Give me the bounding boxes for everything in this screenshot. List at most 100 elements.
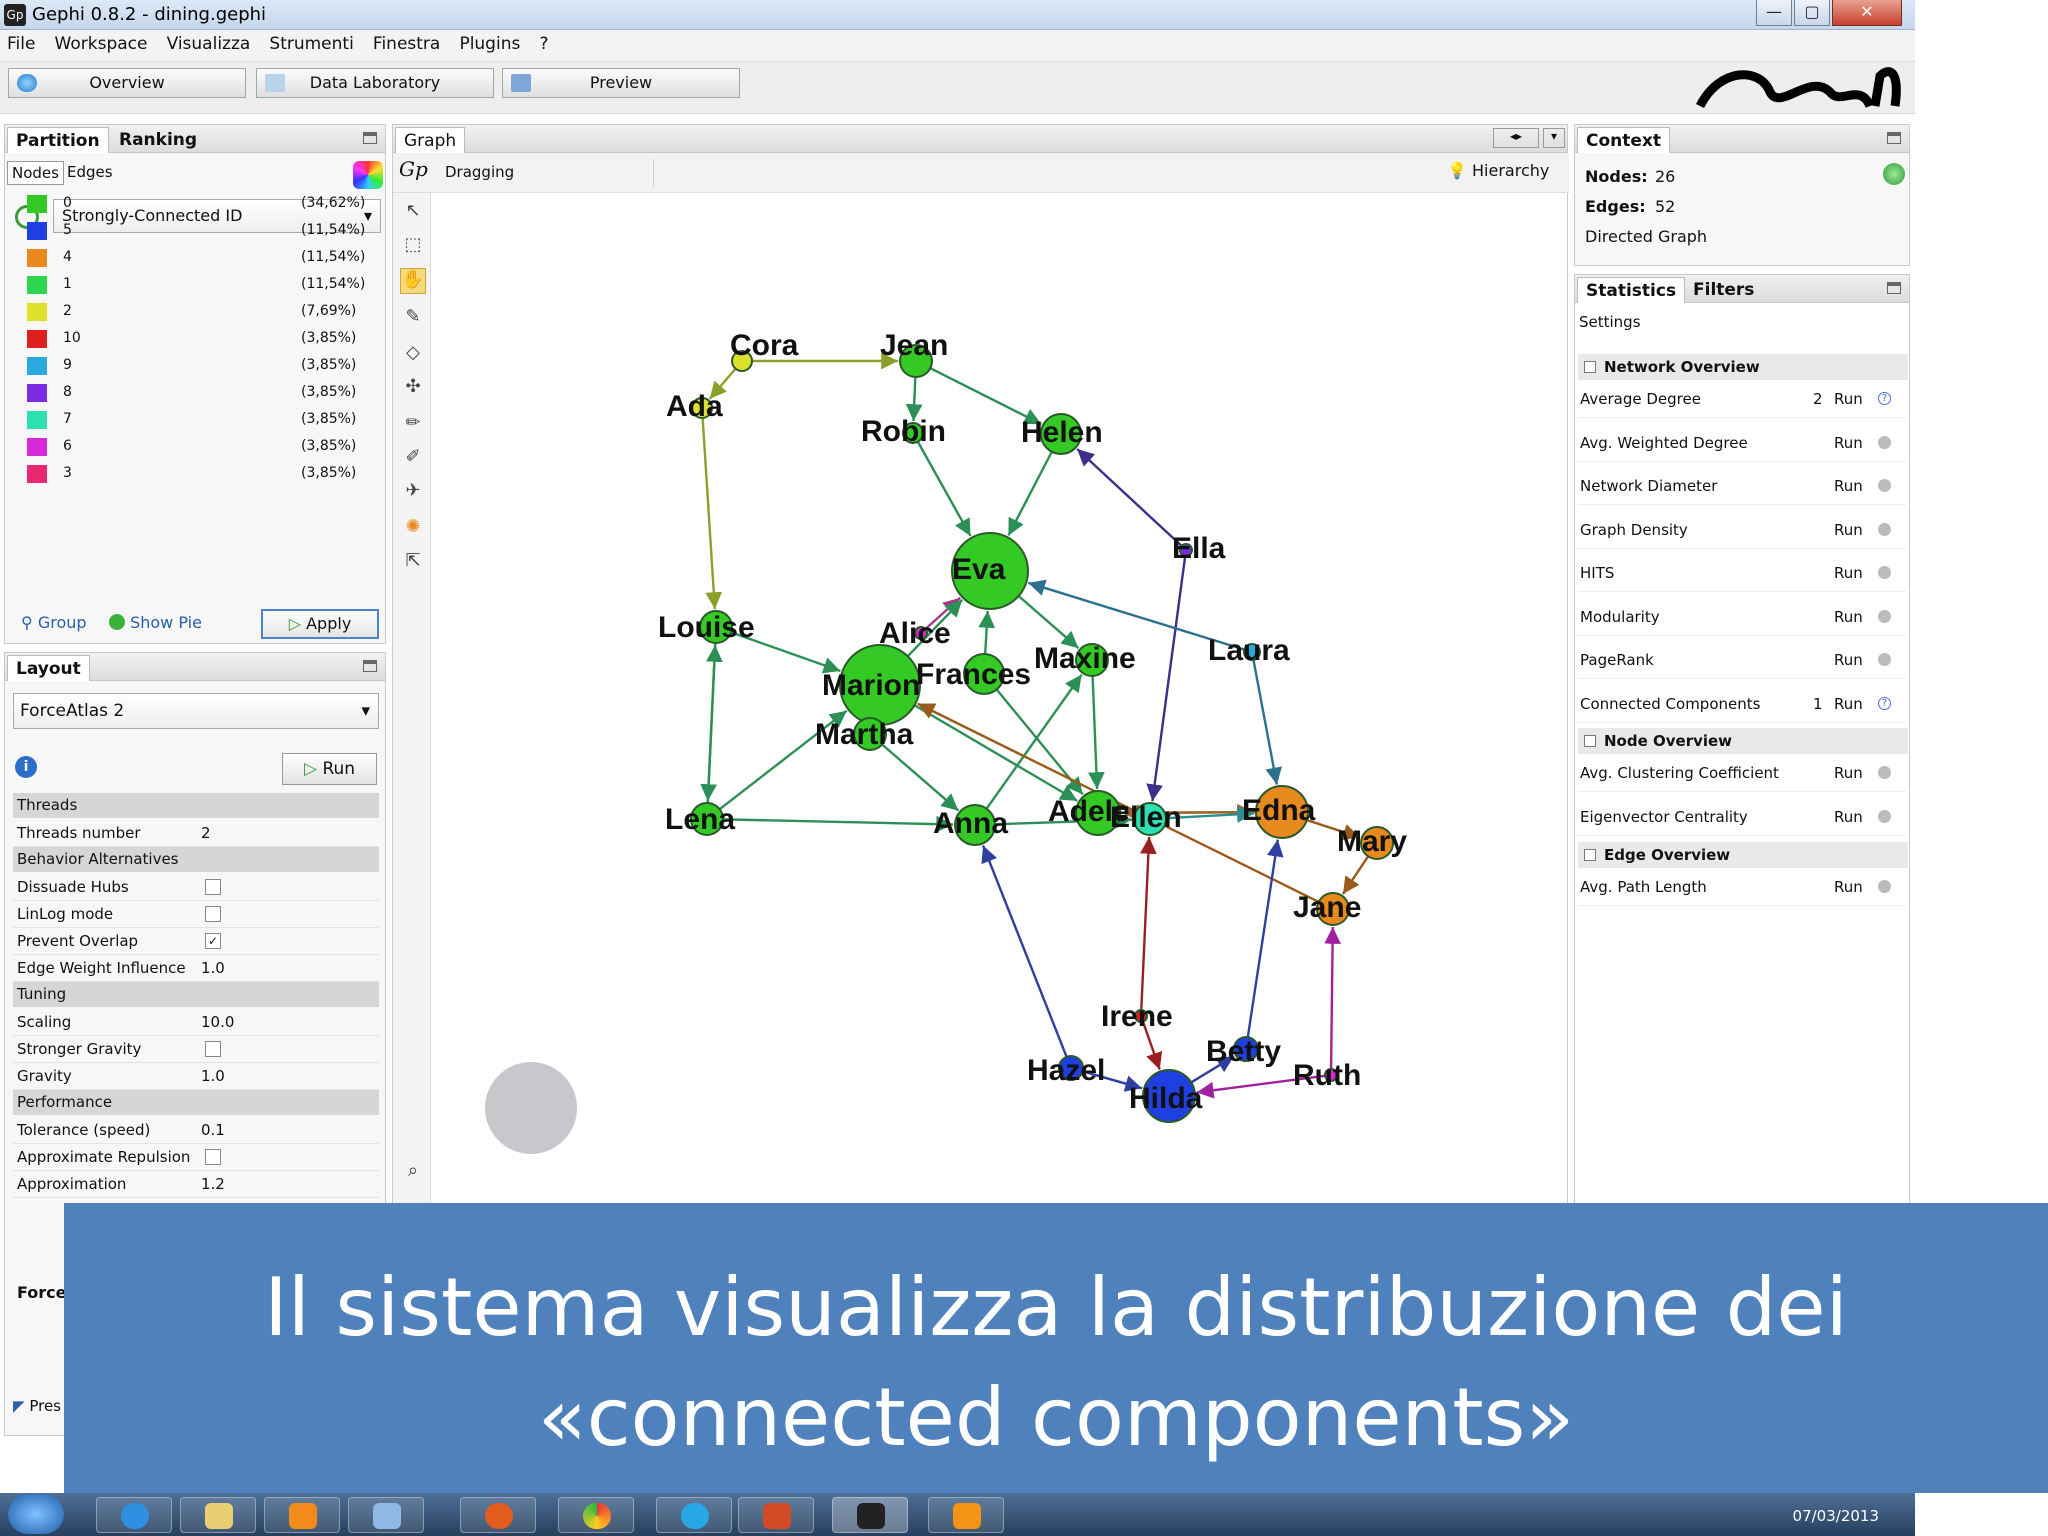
color-swatch[interactable] xyxy=(27,303,47,321)
start-button[interactable] xyxy=(8,1494,64,1534)
taskbar-powerpoint[interactable] xyxy=(738,1497,814,1533)
report-icon[interactable]: ? xyxy=(1878,392,1891,405)
zoom-icon[interactable]: ⌕ xyxy=(400,1160,426,1186)
color-swatch[interactable] xyxy=(27,384,47,402)
hierarchy-button[interactable]: 💡 Hierarchy xyxy=(1447,161,1549,180)
graph-edge[interactable] xyxy=(981,845,1068,1058)
graph-edge[interactable] xyxy=(1140,836,1157,1011)
tab-overview[interactable]: Overview xyxy=(8,68,246,98)
pointer-icon[interactable]: ↖ xyxy=(400,200,426,226)
menu-help[interactable]: ? xyxy=(532,30,555,58)
property-section[interactable]: Threads xyxy=(13,793,379,818)
graph-edge[interactable] xyxy=(881,743,960,812)
subtab-nodes[interactable]: Nodes xyxy=(7,161,64,185)
run-statistic-button[interactable]: Run xyxy=(1834,390,1863,408)
drag-hand-icon[interactable]: ✋ xyxy=(400,268,426,294)
graph-edge[interactable] xyxy=(705,644,723,804)
taskbar-skype[interactable] xyxy=(656,1497,732,1533)
tab-layout[interactable]: Layout xyxy=(7,655,90,681)
run-statistic-button[interactable]: Run xyxy=(1834,564,1863,582)
brush-icon[interactable]: ✎ xyxy=(400,306,426,332)
node-overview-section[interactable]: Node Overview xyxy=(1578,728,1908,754)
maximize-button[interactable]: ▢ xyxy=(1794,0,1830,26)
graph-edge[interactable] xyxy=(916,441,972,537)
tab-statistics[interactable]: Statistics xyxy=(1577,277,1686,303)
graph-edge[interactable] xyxy=(722,815,954,833)
minimize-panel-icon[interactable] xyxy=(1887,282,1901,294)
minimize-panel-icon[interactable] xyxy=(363,132,377,144)
edge-tool-icon[interactable]: ✣ xyxy=(400,376,426,402)
menu-workspace[interactable]: Workspace xyxy=(48,30,155,58)
color-swatch[interactable] xyxy=(27,411,47,429)
run-statistic-button[interactable]: Run xyxy=(1834,764,1863,782)
diamond-icon[interactable]: ◇ xyxy=(400,342,426,368)
property-checkbox[interactable] xyxy=(205,1041,221,1057)
graph-edge[interactable] xyxy=(913,704,1078,802)
menu-strumenti[interactable]: Strumenti xyxy=(262,30,360,58)
property-section[interactable]: Performance xyxy=(13,1090,379,1115)
graph-edge[interactable] xyxy=(701,417,723,610)
tab-partition[interactable]: Partition xyxy=(7,127,109,153)
network-overview-section[interactable]: Network Overview xyxy=(1578,354,1908,380)
property-value[interactable]: 1.2 xyxy=(201,1175,225,1193)
run-layout-button[interactable]: ▷ Run xyxy=(282,753,377,785)
menu-finestra[interactable]: Finestra xyxy=(366,30,447,58)
settings-link[interactable]: Settings xyxy=(1579,313,1641,331)
color-swatch[interactable] xyxy=(27,357,47,375)
property-section[interactable]: Behavior Alternatives xyxy=(13,847,379,872)
run-statistic-button[interactable]: Run xyxy=(1834,878,1863,896)
run-statistic-button[interactable]: Run xyxy=(1834,808,1863,826)
group-button[interactable]: ⚲ Group xyxy=(21,613,87,632)
taskbar-gephi[interactable] xyxy=(832,1497,908,1533)
show-pie-button[interactable]: Show Pie xyxy=(109,613,202,632)
taskbar-ie[interactable] xyxy=(96,1497,172,1533)
graph-canvas[interactable]: Cora Jean Ada Robin Helen Ella Eva Louise Alice M… xyxy=(431,193,1567,1203)
property-value[interactable]: 10.0 xyxy=(201,1013,234,1031)
tab-scroll-buttons[interactable]: ◂▸ xyxy=(1493,128,1539,148)
report-icon[interactable]: ? xyxy=(1878,696,1891,710)
presets-button[interactable]: ◤ Pres xyxy=(13,1397,61,1415)
graph-edge[interactable] xyxy=(1341,855,1370,895)
edge-pencil-icon[interactable]: ✐ xyxy=(400,446,426,472)
tab-context[interactable]: Context xyxy=(1577,127,1671,153)
layout-algorithm-select[interactable]: ForceAtlas 2 ▾ xyxy=(13,693,379,729)
run-statistic-button[interactable]: Run xyxy=(1834,521,1863,539)
graph-edge[interactable] xyxy=(1146,555,1187,802)
taskbar-explorer[interactable] xyxy=(180,1497,256,1533)
plane-icon[interactable]: ✈ xyxy=(400,480,426,506)
property-checkbox[interactable] xyxy=(205,906,221,922)
menu-plugins[interactable]: Plugins xyxy=(452,30,527,58)
menu-file[interactable]: File xyxy=(0,30,42,58)
taskbar-paint[interactable] xyxy=(348,1497,424,1533)
property-checkbox[interactable] xyxy=(205,1149,221,1165)
tab-ranking[interactable]: Ranking xyxy=(111,127,205,153)
tab-data-laboratory[interactable]: Data Laboratory xyxy=(256,68,494,98)
property-section[interactable]: Tuning xyxy=(13,982,379,1007)
graph-edge[interactable] xyxy=(1076,448,1183,547)
close-button[interactable]: ✕ xyxy=(1832,0,1902,26)
menu-visualizza[interactable]: Visualizza xyxy=(160,30,258,58)
tab-preview[interactable]: Preview xyxy=(502,68,740,98)
minimize-panel-icon[interactable] xyxy=(363,660,377,672)
taskbar-media[interactable] xyxy=(264,1497,340,1533)
palette-icon[interactable] xyxy=(353,161,383,189)
edge-overview-section[interactable]: Edge Overview xyxy=(1578,842,1908,868)
info-icon[interactable]: i xyxy=(15,756,37,778)
graph-edge[interactable] xyxy=(1007,451,1053,537)
graph-edge[interactable] xyxy=(978,610,996,655)
taskbar-chrome[interactable] xyxy=(558,1497,634,1533)
color-swatch[interactable] xyxy=(27,222,47,240)
minimize-panel-icon[interactable] xyxy=(1887,132,1901,144)
refresh-icon[interactable] xyxy=(1883,163,1905,185)
subtab-edges[interactable]: Edges xyxy=(63,161,117,183)
tab-graph[interactable]: Graph xyxy=(395,127,466,153)
run-statistic-button[interactable]: Run xyxy=(1834,434,1863,452)
pencil-icon[interactable]: ✏ xyxy=(400,412,426,438)
graph-edge[interactable] xyxy=(1017,595,1080,650)
minimize-button[interactable]: — xyxy=(1756,0,1792,26)
color-swatch[interactable] xyxy=(27,438,47,456)
gear-icon[interactable]: ✺ xyxy=(400,516,426,542)
graph-edge[interactable] xyxy=(1088,675,1105,790)
graph-edge[interactable] xyxy=(1252,659,1282,785)
taskbar-vlc[interactable] xyxy=(928,1497,1004,1533)
